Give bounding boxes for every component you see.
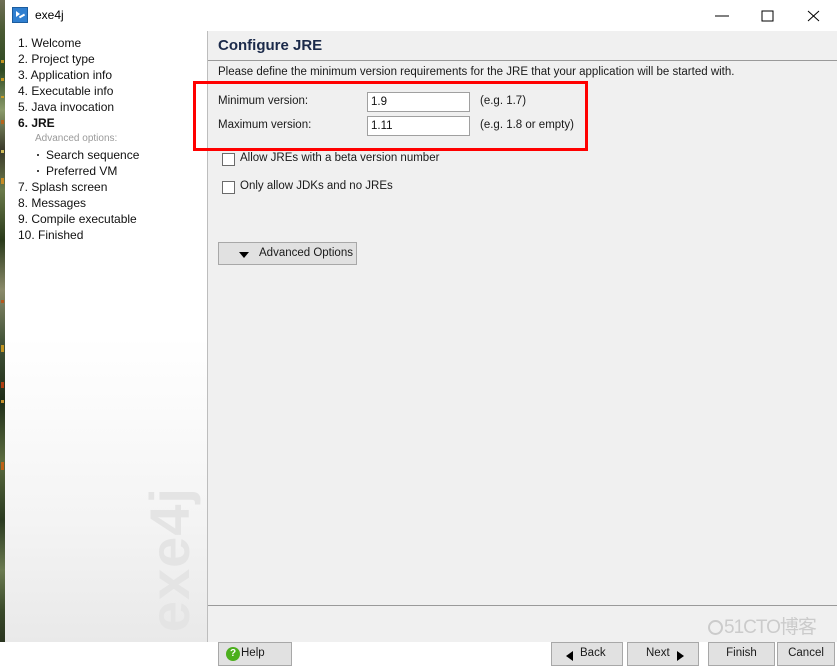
finish-button[interactable]: Finish <box>708 642 775 666</box>
next-button-label: Next <box>646 647 670 659</box>
close-button[interactable] <box>791 0 837 30</box>
content-panel: Configure JRE Please define the minimum … <box>193 31 837 666</box>
sidebar-advanced-options-header: Advanced options: <box>35 133 118 144</box>
next-button[interactable]: Next <box>627 642 699 666</box>
maximize-icon <box>761 10 774 22</box>
page-title: Configure JRE <box>218 37 323 54</box>
exe4j-watermark: exe4j <box>138 486 201 632</box>
advanced-options-label: Advanced Options <box>259 247 353 259</box>
sidebar-item-messages[interactable]: 8. Messages <box>18 195 203 211</box>
sidebar-item-splash-screen[interactable]: 7. Splash screen <box>18 179 203 195</box>
back-button[interactable]: Back <box>551 642 623 666</box>
maximum-version-hint: (e.g. 1.8 or empty) <box>480 119 574 131</box>
page-description: Please define the minimum version requir… <box>218 66 735 78</box>
finish-button-label: Finish <box>726 647 757 659</box>
advanced-options-button[interactable]: Advanced Options <box>218 242 357 265</box>
title-separator <box>208 60 837 61</box>
help-button-label: Help <box>241 647 265 659</box>
minimum-version-input[interactable] <box>367 92 470 112</box>
application-window: exe4j 1. Welcome 2. Project type 3. Appl… <box>0 0 837 666</box>
footer-separator <box>208 605 837 606</box>
sidebar-item-application-info[interactable]: 3. Application info <box>18 67 203 83</box>
wizard-sidebar: 1. Welcome 2. Project type 3. Applicatio… <box>5 31 207 642</box>
wizard-step-list: 1. Welcome 2. Project type 3. Applicatio… <box>18 35 203 243</box>
arrow-right-icon <box>677 651 684 661</box>
sidebar-item-welcome[interactable]: 1. Welcome <box>18 35 203 51</box>
only-jdks-checkbox[interactable] <box>222 181 235 194</box>
chevron-down-icon <box>239 252 249 258</box>
cancel-button[interactable]: Cancel <box>777 642 835 666</box>
title-bar: exe4j <box>5 0 837 31</box>
sidebar-item-finished[interactable]: 10. Finished <box>18 227 203 243</box>
cancel-button-label: Cancel <box>788 647 824 659</box>
minimize-icon <box>715 15 729 17</box>
minimum-version-label: Minimum version: <box>218 95 309 107</box>
close-icon <box>807 10 820 22</box>
sidebar-item-jre[interactable]: 6. JRE <box>18 115 203 131</box>
window-title: exe4j <box>35 8 64 22</box>
app-icon <box>12 7 28 23</box>
minimum-version-hint: (e.g. 1.7) <box>480 95 527 107</box>
maximum-version-input[interactable] <box>367 116 470 136</box>
allow-beta-jres-label: Allow JREs with a beta version number <box>240 152 440 164</box>
sidebar-item-search-sequence[interactable]: Search sequence <box>18 147 203 163</box>
exe4j-wizard-window: exe4j 1. Welcome 2. Project type 3. Appl… <box>5 0 837 666</box>
arrow-left-icon <box>566 651 573 661</box>
back-button-label: Back <box>580 647 606 659</box>
sidebar-item-java-invocation[interactable]: 5. Java invocation <box>18 99 203 115</box>
sidebar-item-preferred-vm[interactable]: Preferred VM <box>18 163 203 179</box>
sidebar-item-executable-info[interactable]: 4. Executable info <box>18 83 203 99</box>
maximum-version-label: Maximum version: <box>218 119 312 131</box>
sidebar-item-project-type[interactable]: 2. Project type <box>18 51 203 67</box>
help-button[interactable]: ? Help <box>218 642 292 666</box>
allow-beta-jres-checkbox[interactable] <box>222 153 235 166</box>
help-icon: ? <box>226 647 240 661</box>
minimize-button[interactable] <box>699 0 745 30</box>
sidebar-item-compile-executable[interactable]: 9. Compile executable <box>18 211 203 227</box>
only-jdks-label: Only allow JDKs and no JREs <box>240 180 393 192</box>
maximize-button[interactable] <box>745 0 791 30</box>
